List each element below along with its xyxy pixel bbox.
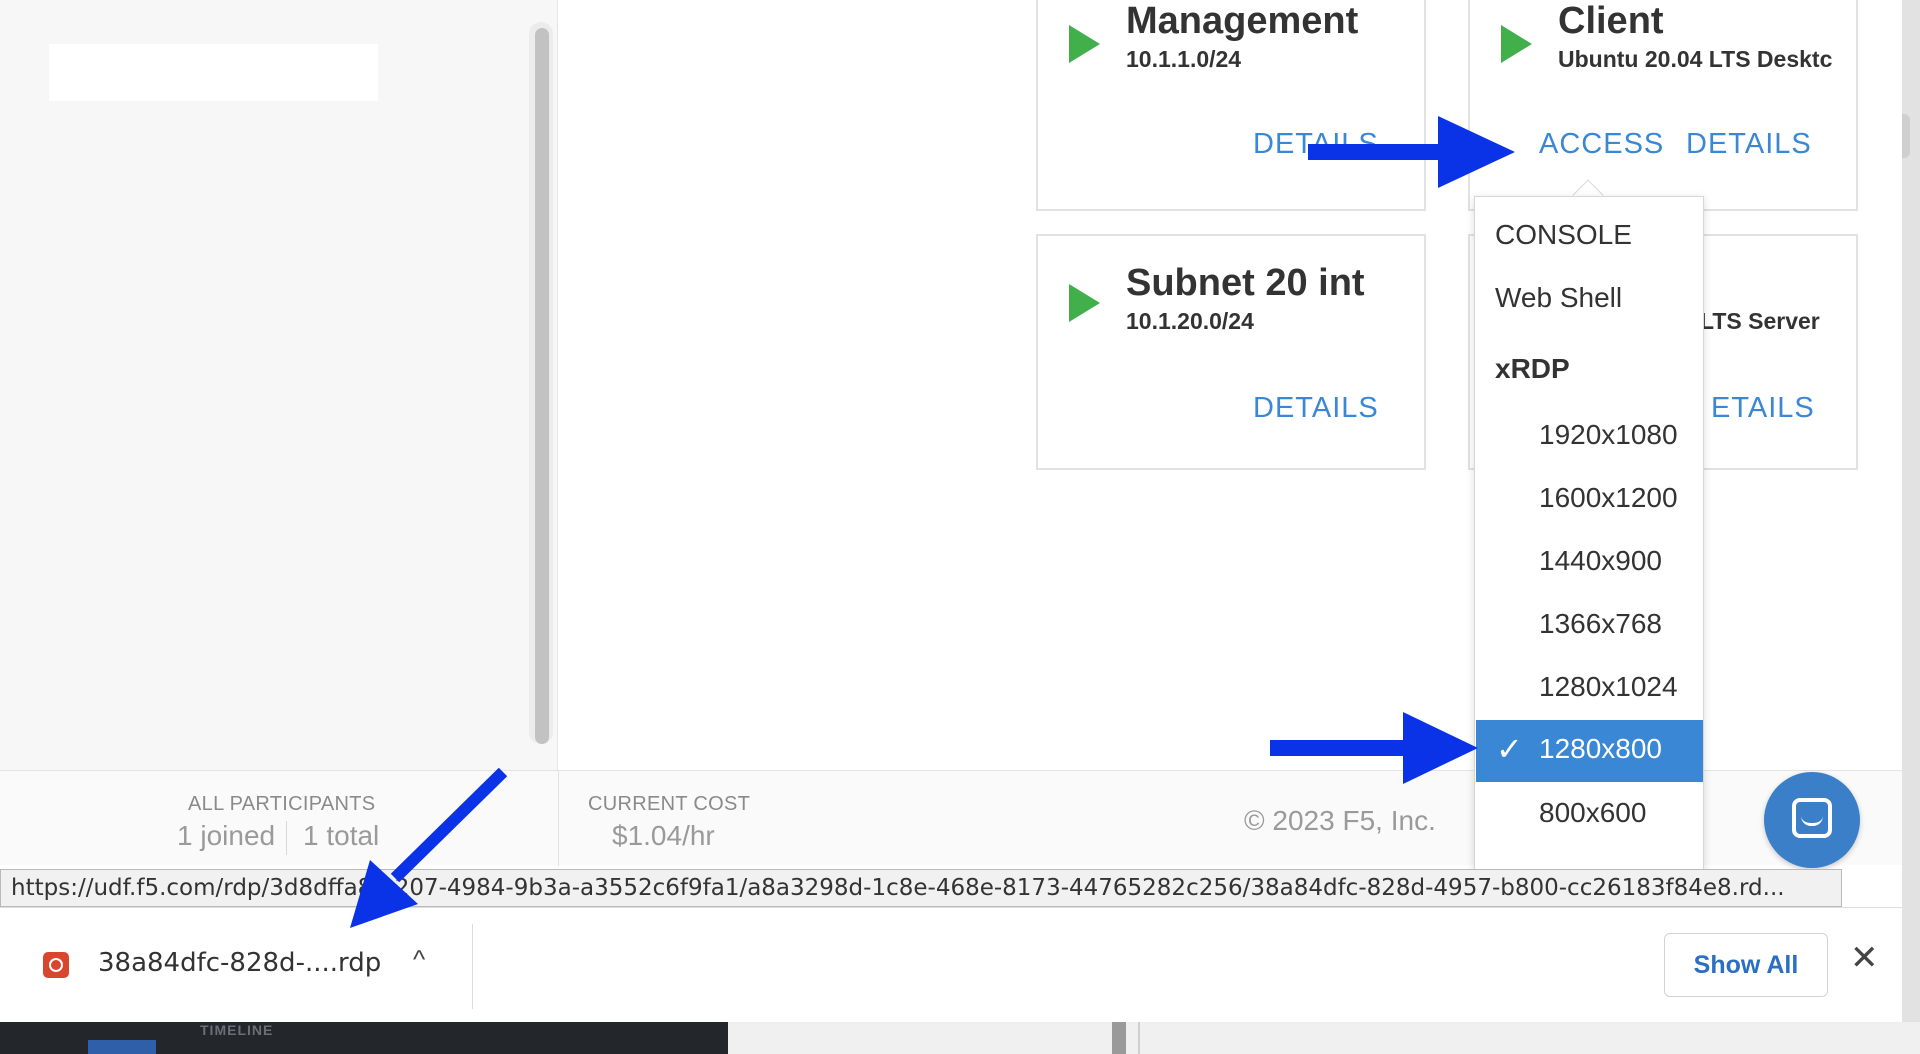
copyright: © 2023 F5, Inc. — [1244, 805, 1436, 836]
background-app-strip: TIMELINE — [0, 1022, 1920, 1054]
background-scrollbar — [1902, 114, 1910, 158]
current-cost-value: $1.04/hr — [612, 820, 715, 851]
timeline-label: TIMELINE — [200, 1022, 274, 1038]
card-subtitle: LTS Server — [1700, 308, 1820, 334]
background-editor-panel: TIMELINE — [0, 1022, 728, 1054]
details-link[interactable]: DETAILS — [1253, 392, 1379, 425]
card-title: Subnet 20 int — [1126, 262, 1365, 304]
participants-label: ALL PARTICIPANTS — [188, 793, 376, 815]
sidebar-scrollbar-thumb[interactable] — [535, 28, 549, 744]
background-divider — [1112, 1022, 1126, 1054]
corner-icon: ⌃ — [22, 0, 33, 8]
current-cost-label: CURRENT COST — [588, 793, 751, 815]
details-link[interactable]: ETAILS — [1711, 392, 1815, 425]
menu-item-resolution-selected[interactable]: ✓ 1280x800 — [1476, 720, 1703, 782]
background-window-edge — [1902, 0, 1920, 1054]
download-divider — [472, 924, 473, 1009]
close-icon[interactable]: ✕ — [1850, 938, 1879, 978]
card-subtitle: 10.1.1.0/24 — [1126, 46, 1242, 72]
participants-total: 1 total — [303, 820, 380, 851]
chevron-up-icon[interactable]: ^ — [413, 944, 425, 975]
background-divider — [1138, 1022, 1140, 1054]
browser-page: ⌃ Management 10.1.1.0/24 DETAILS Client … — [0, 0, 1902, 1022]
card-title: Management — [1126, 0, 1359, 42]
play-icon[interactable] — [1069, 284, 1100, 322]
footer-divider — [558, 771, 559, 866]
menu-item-resolution[interactable]: 1280x1024 — [1539, 671, 1678, 703]
menu-item-resolution[interactable]: 1440x900 — [1539, 545, 1662, 577]
menu-item-resolution[interactable]: 1920x1080 — [1539, 419, 1678, 451]
show-all-button[interactable]: Show All — [1664, 933, 1828, 997]
details-link[interactable]: DETAILS — [1253, 128, 1379, 161]
download-shelf: 38a84dfc-828d-....rdp ^ Show All ✕ — [0, 907, 1902, 1022]
menu-item-web-shell[interactable]: Web Shell — [1495, 282, 1622, 314]
background-blue-button — [88, 1040, 156, 1054]
download-filename[interactable]: 38a84dfc-828d-....rdp — [98, 948, 381, 978]
menu-item-resolution[interactable]: 800x600 — [1539, 797, 1646, 829]
status-bar-url: https://udf.f5.com/rdp/3d8dffa8-a207-498… — [0, 869, 1842, 907]
menu-item-resolution[interactable]: 1366x768 — [1539, 608, 1662, 640]
network-card-management: Management 10.1.1.0/24 DETAILS — [1036, 0, 1426, 211]
check-icon: ✓ — [1496, 731, 1523, 767]
menu-item-resolution[interactable]: 1600x1200 — [1539, 482, 1678, 514]
card-subtitle: 10.1.20.0/24 — [1126, 308, 1254, 334]
network-card-subnet-20: Subnet 20 int 10.1.20.0/24 DETAILS — [1036, 234, 1426, 470]
menu-item-console[interactable]: CONSOLE — [1495, 219, 1632, 251]
chat-launcher-button[interactable] — [1764, 772, 1860, 868]
menu-group-xrdp: xRDP — [1495, 353, 1570, 384]
card-title: Client — [1558, 0, 1664, 42]
participants-joined: 1 joined — [177, 820, 276, 851]
details-link[interactable]: DETAILS — [1686, 128, 1812, 161]
access-dropdown-menu: CONSOLE Web Shell xRDP 1920x1080 1600x12… — [1474, 196, 1704, 876]
play-icon[interactable] — [1069, 25, 1100, 63]
network-card-client: Client Ubuntu 20.04 LTS Desktc ACCESS DE… — [1468, 0, 1858, 211]
card-subtitle: Ubuntu 20.04 LTS Desktc — [1558, 46, 1833, 72]
selected-resolution-label: 1280x800 — [1539, 733, 1663, 764]
sidebar: ⌃ — [0, 0, 558, 770]
footer-separator — [286, 821, 287, 855]
sidebar-input-box[interactable] — [49, 44, 378, 101]
rdp-file-icon — [43, 952, 69, 978]
play-icon[interactable] — [1501, 25, 1532, 63]
access-link[interactable]: ACCESS — [1539, 128, 1664, 161]
